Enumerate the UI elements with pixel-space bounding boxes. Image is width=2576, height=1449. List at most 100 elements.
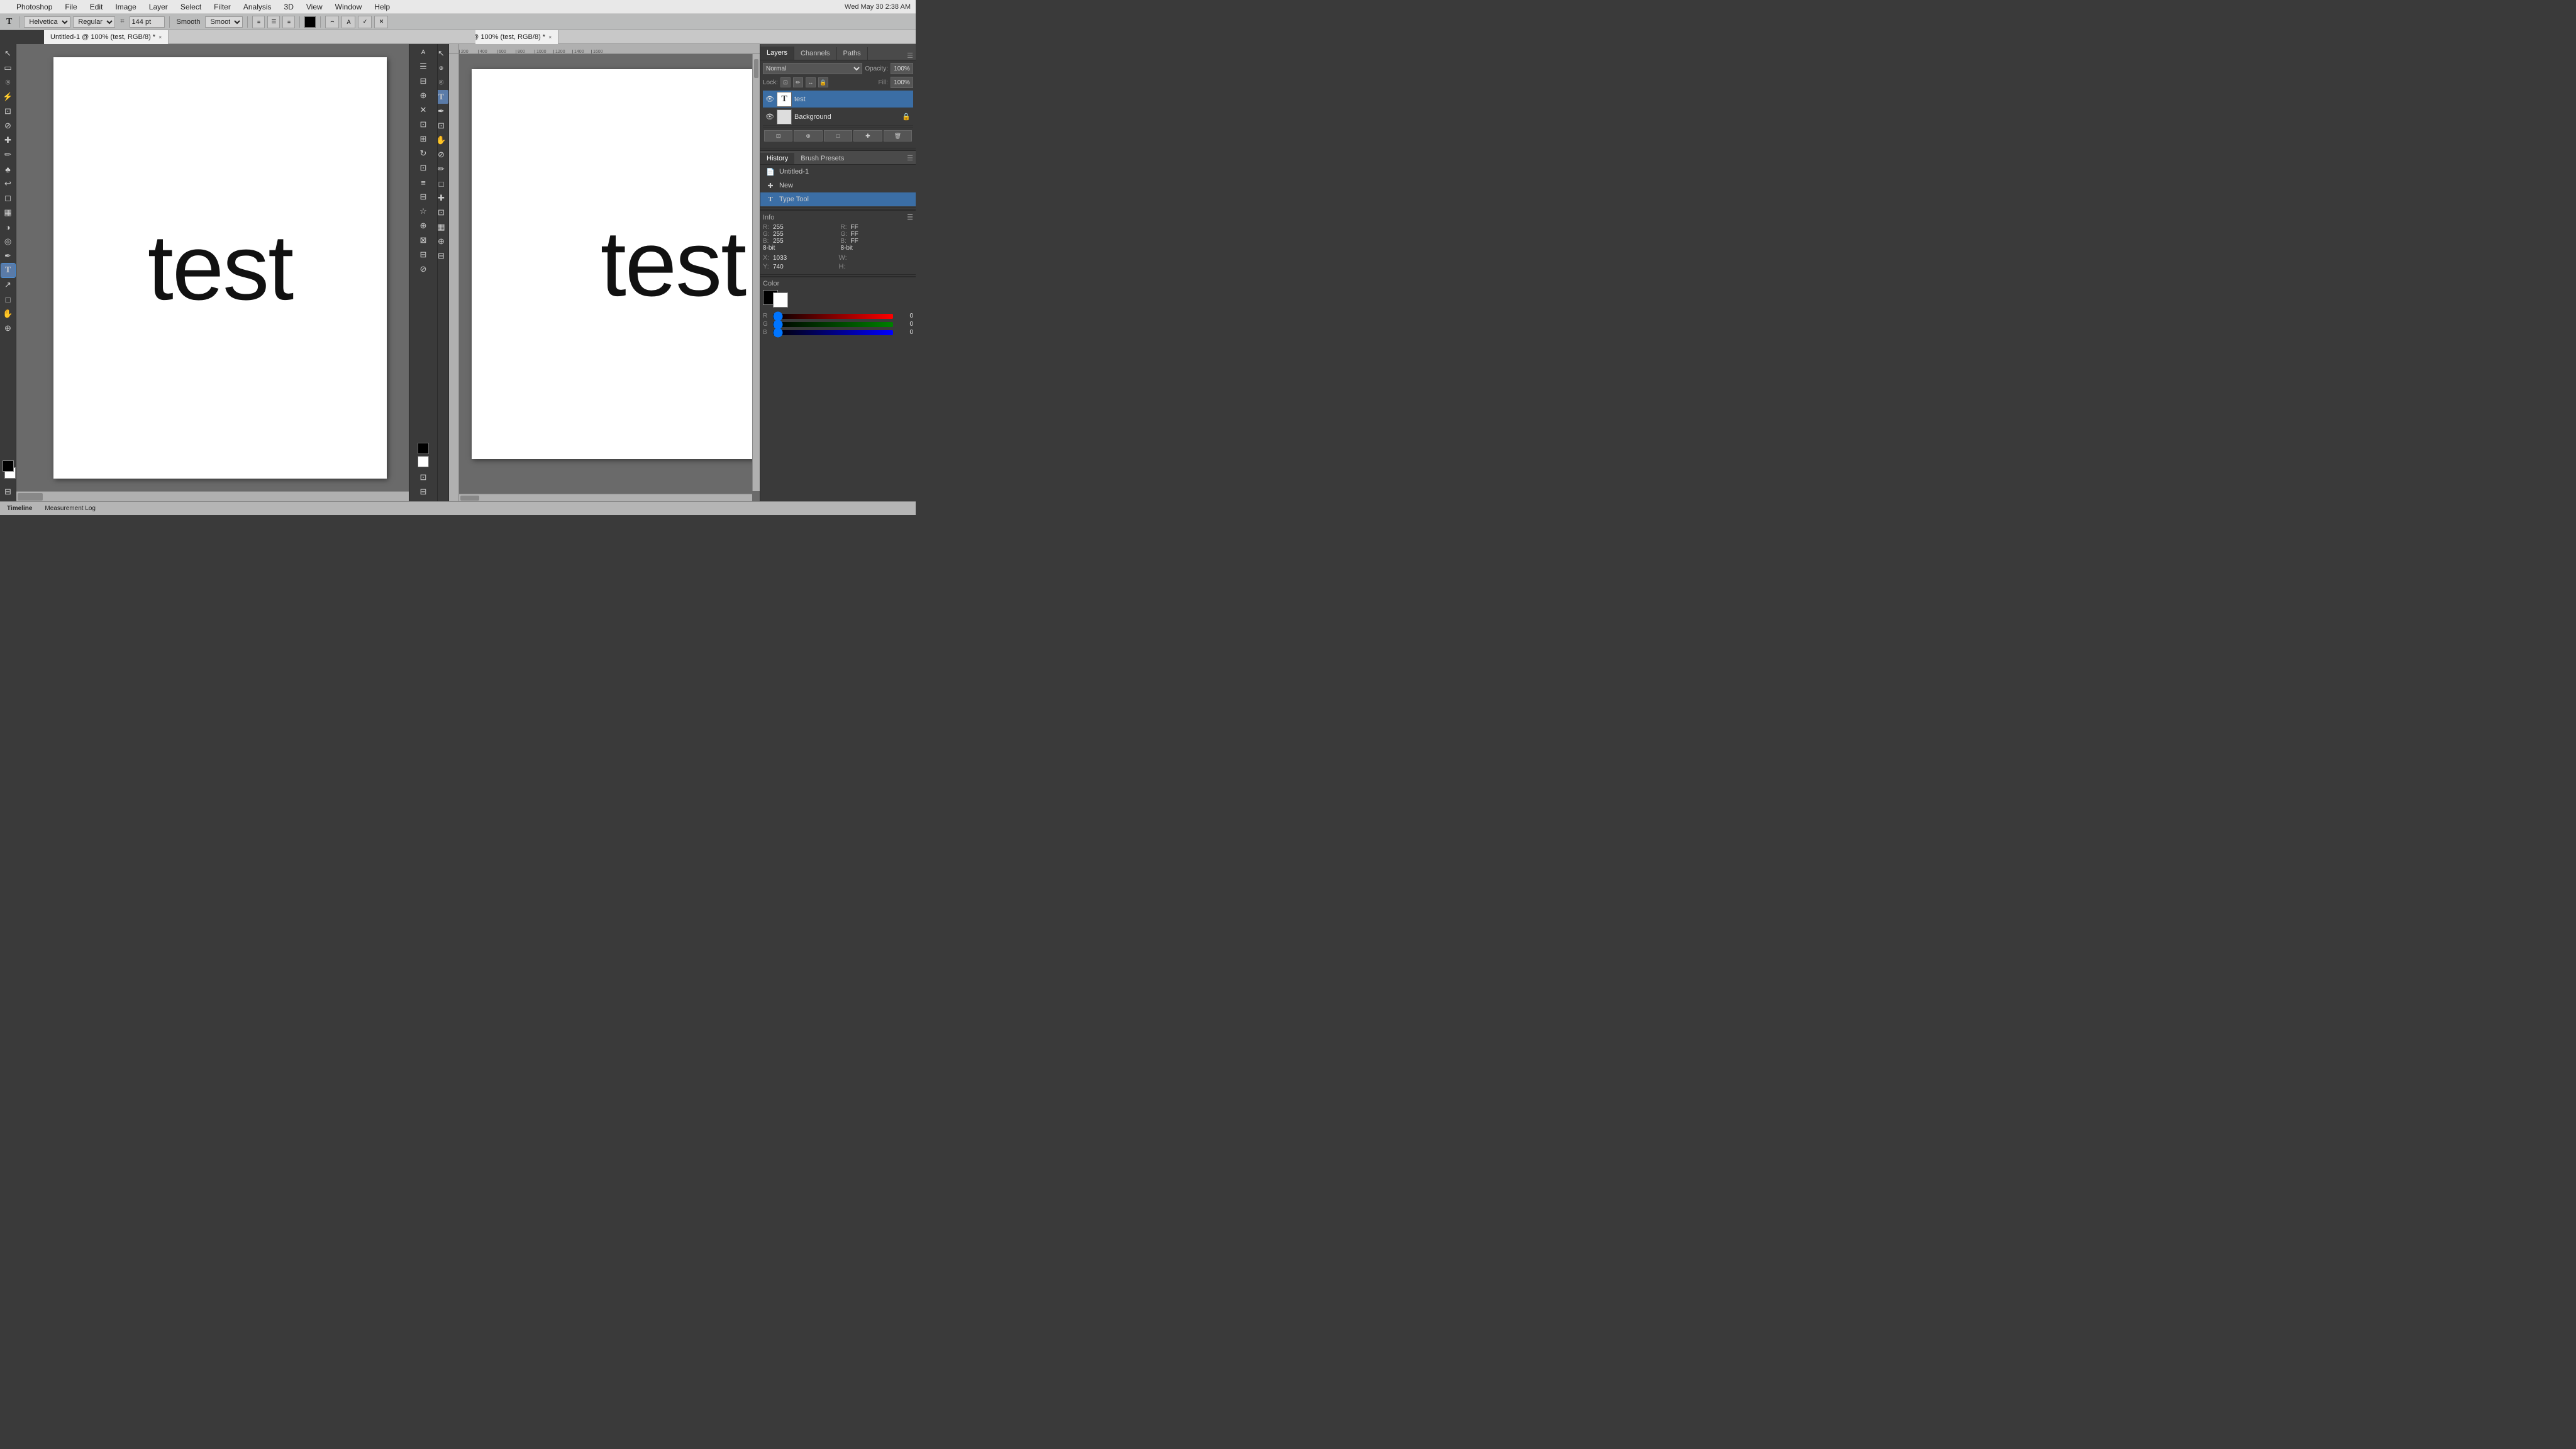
center-tool-11[interactable]: ⊡: [416, 161, 430, 175]
type-tool[interactable]: T: [1, 264, 15, 277]
font-size-input[interactable]: [130, 16, 165, 28]
right-document-canvas[interactable]: test: [472, 69, 760, 459]
menu-view[interactable]: View: [301, 1, 328, 13]
commit-btn[interactable]: ✓: [358, 16, 372, 28]
font-style-select[interactable]: Regular: [73, 16, 115, 28]
marquee-tool[interactable]: ▭: [1, 61, 15, 75]
layer-filter-btn[interactable]: ⊡: [764, 130, 792, 142]
history-item-type[interactable]: T Type Tool: [760, 192, 916, 206]
menu-window[interactable]: Window: [330, 1, 367, 13]
screen-mode-btn[interactable]: ⊟: [1, 485, 15, 499]
lock-image-btn[interactable]: ✏: [793, 77, 803, 87]
history-item-untitled[interactable]: 📄 Untitled-1: [760, 165, 916, 179]
menu-filter[interactable]: Filter: [209, 1, 236, 13]
center-tool-18[interactable]: ⊘: [416, 262, 430, 276]
brush-presets-tab[interactable]: Brush Presets: [794, 153, 850, 164]
lasso-tool[interactable]: ⌾: [1, 75, 15, 89]
layer-adjust-btn[interactable]: ⊕: [794, 130, 822, 142]
center-tool-15[interactable]: ⊕: [416, 219, 430, 233]
menu-3d[interactable]: 3D: [279, 1, 299, 13]
eyedropper-tool[interactable]: ⊘: [1, 119, 15, 133]
layers-tab[interactable]: Layers: [760, 47, 794, 60]
eraser-tool[interactable]: ◻: [1, 191, 15, 205]
center-tool-13[interactable]: ⊟: [416, 190, 430, 204]
panel-menu-btn[interactable]: ☰: [904, 49, 916, 60]
dodge-tool[interactable]: ◎: [1, 235, 15, 248]
center-tool-3[interactable]: A: [416, 45, 430, 59]
clone-tool[interactable]: ♣: [1, 162, 15, 176]
info-menu-btn[interactable]: ☰: [907, 213, 913, 221]
layer-test[interactable]: 👁 T test: [763, 91, 913, 108]
foreground-color[interactable]: [3, 460, 14, 472]
menu-edit[interactable]: Edit: [85, 1, 108, 13]
paths-tab[interactable]: Paths: [837, 47, 868, 60]
center-tool-8[interactable]: ⊡: [416, 118, 430, 131]
menu-file[interactable]: File: [60, 1, 82, 13]
history-tab[interactable]: History: [760, 153, 794, 164]
layer-new-btn[interactable]: ✚: [853, 130, 882, 142]
warp-text-btn[interactable]: ⌢: [325, 16, 339, 28]
center-tool-10[interactable]: ↻: [416, 147, 430, 160]
center-tool-16[interactable]: ⊠: [416, 233, 430, 247]
healing-tool[interactable]: ✚: [1, 133, 15, 147]
hand-tool[interactable]: ✋: [1, 307, 15, 321]
lock-all-btn[interactable]: 🔒: [818, 77, 828, 87]
pen-tool[interactable]: ✒: [1, 249, 15, 263]
blue-slider[interactable]: [773, 330, 893, 335]
fg-color-center[interactable]: [418, 443, 429, 454]
zoom-tool[interactable]: ⊕: [1, 321, 15, 335]
center-tool-5[interactable]: ⊟: [416, 74, 430, 88]
bg-color-center[interactable]: [418, 456, 429, 467]
menu-layer[interactable]: Layer: [144, 1, 173, 13]
cancel-btn[interactable]: ✕: [374, 16, 388, 28]
antialiasing-select[interactable]: Smooth: [205, 16, 243, 28]
center-tool-9[interactable]: ⊞: [416, 132, 430, 146]
gradient-tool[interactable]: ▦: [1, 206, 15, 219]
center-tool-14[interactable]: ☆: [416, 204, 430, 218]
blur-tool[interactable]: ◑: [1, 220, 15, 234]
menu-analysis[interactable]: Analysis: [238, 1, 277, 13]
text-color-swatch[interactable]: [304, 16, 316, 28]
blend-mode-select[interactable]: Normal: [763, 63, 862, 74]
scrollbar-right-h[interactable]: [459, 494, 752, 501]
layer-vis-test[interactable]: 👁: [765, 95, 774, 104]
layer-background[interactable]: 👁 Background 🔒: [763, 108, 913, 126]
center-bottom-2[interactable]: ⊟: [416, 485, 430, 499]
center-tool-6[interactable]: ⊕: [416, 89, 430, 103]
character-panel-btn[interactable]: A: [341, 16, 355, 28]
layer-delete-btn[interactable]: 🗑: [884, 130, 912, 142]
history-item-new[interactable]: ✚ New: [760, 179, 916, 192]
center-tool-17[interactable]: ⊟: [416, 248, 430, 262]
align-left-btn[interactable]: ≡: [252, 16, 265, 28]
menu-select[interactable]: Select: [175, 1, 206, 13]
center-bottom-1[interactable]: ⊡: [416, 470, 430, 484]
path-select-tool[interactable]: ↗: [1, 278, 15, 292]
font-family-select[interactable]: Helvetica: [24, 16, 70, 28]
shape-tool[interactable]: □: [1, 292, 15, 306]
green-slider[interactable]: [773, 322, 893, 327]
channels-tab[interactable]: Channels: [794, 47, 836, 60]
center-tool-12[interactable]: ≡: [416, 175, 430, 189]
tab-close-left[interactable]: ×: [158, 34, 162, 40]
bg-color-swatch[interactable]: [773, 292, 788, 308]
menu-image[interactable]: Image: [110, 1, 141, 13]
menu-photoshop[interactable]: Photoshop: [11, 1, 57, 13]
layer-group-btn[interactable]: □: [824, 130, 852, 142]
layer-vis-bg[interactable]: 👁: [765, 113, 774, 121]
align-right-btn[interactable]: ≡: [282, 16, 295, 28]
lock-transparency-btn[interactable]: ⊡: [780, 77, 791, 87]
opacity-input[interactable]: [891, 63, 913, 74]
quick-select-tool[interactable]: ⚡: [1, 90, 15, 104]
move-tool[interactable]: ↖: [1, 47, 15, 60]
history-menu-btn[interactable]: ☰: [904, 152, 916, 164]
crop-tool[interactable]: ⊡: [1, 104, 15, 118]
lock-position-btn[interactable]: ↔: [806, 77, 816, 87]
fill-input[interactable]: [891, 77, 913, 88]
measurement-tab[interactable]: Measurement Log: [42, 504, 99, 513]
scrollbar-right-v[interactable]: [752, 54, 760, 491]
history-brush-tool[interactable]: ↩: [1, 177, 15, 191]
right-tab-close[interactable]: ×: [548, 34, 552, 40]
brush-tool[interactable]: ✏: [1, 148, 15, 162]
center-tool-4[interactable]: ☰: [416, 60, 430, 74]
align-center-btn[interactable]: ☰: [267, 16, 280, 28]
